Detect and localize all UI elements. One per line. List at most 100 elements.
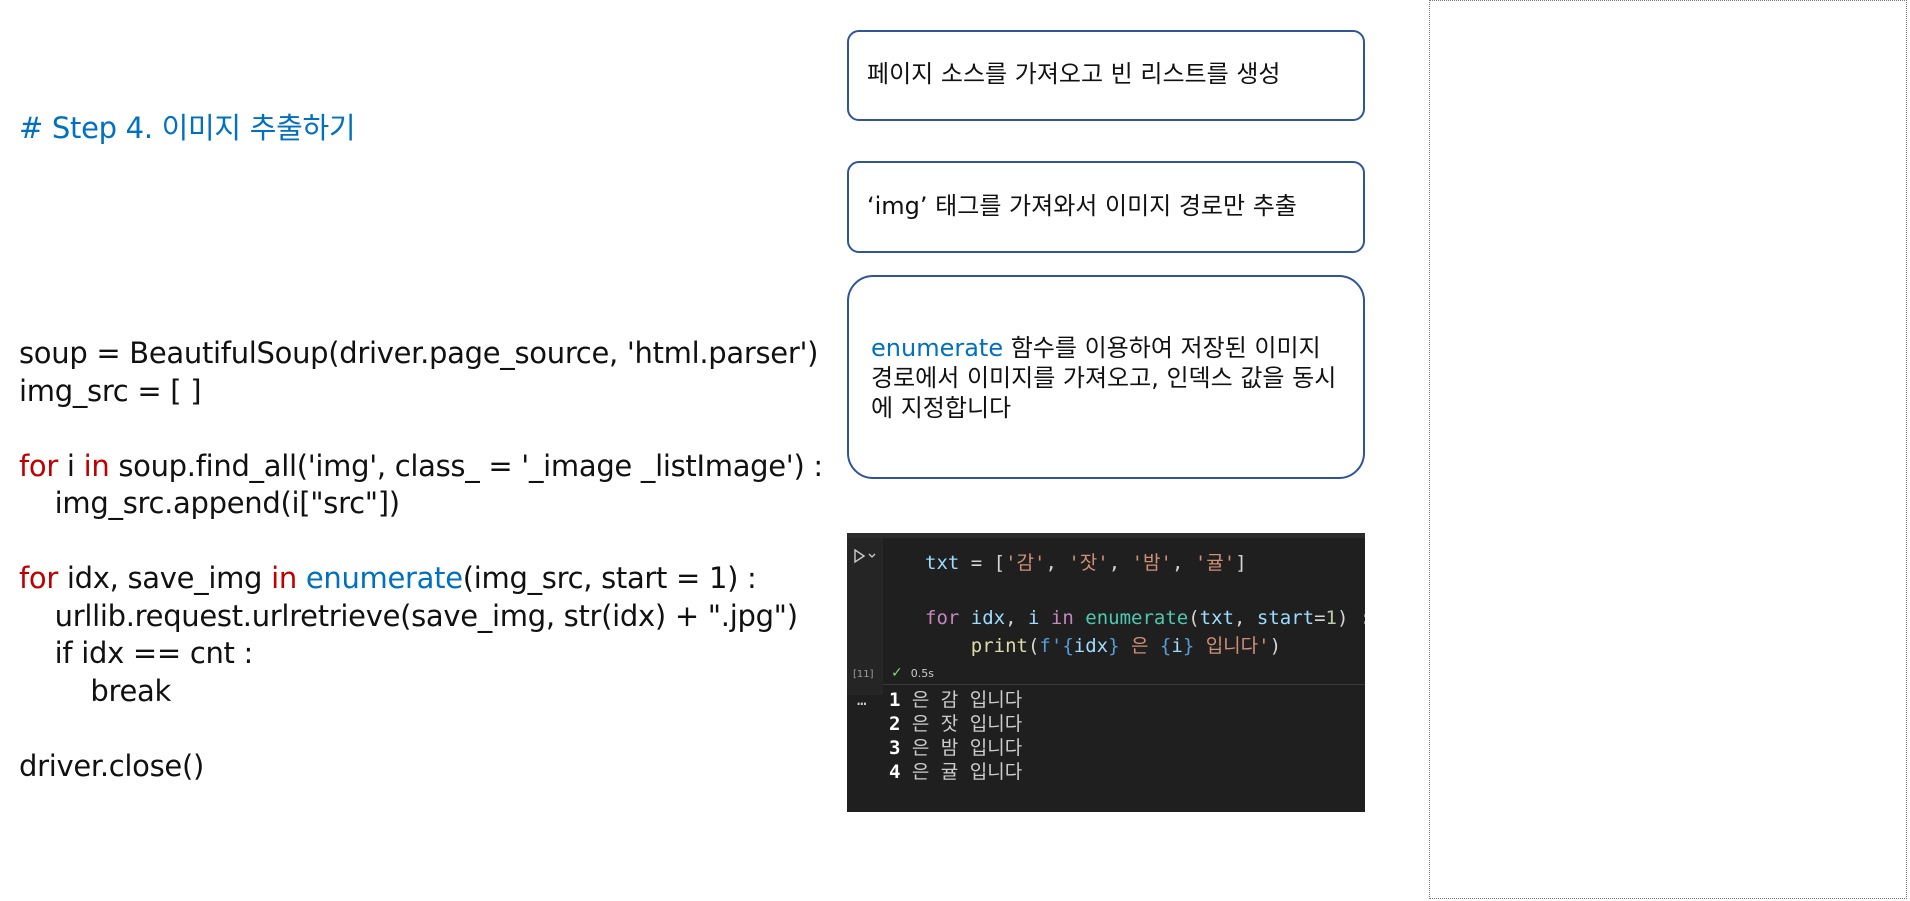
- cell-code-token: for: [925, 607, 960, 629]
- code-token: driver.close(): [19, 748, 204, 783]
- code-line: soup = BeautifulSoup(driver.page_source,…: [19, 335, 839, 373]
- execution-time: 0.5s: [910, 667, 934, 680]
- cell-code-token: (: [1188, 607, 1200, 629]
- code-token: soup = BeautifulSoup(driver.page_source,…: [19, 336, 819, 370]
- callout-enumerate: enumerate 함수를 이용하여 저장된 이미지 경로에서 이미지를 가져오…: [847, 275, 1365, 479]
- code-block: # Step 4. 이미지 추출하기 soup = BeautifulSoup(…: [19, 35, 839, 823]
- callout-text: ‘img’ 태그를 가져와서 이미지 경로만 추출: [867, 192, 1297, 220]
- cell-code-token: i: [1028, 607, 1040, 629]
- output-text: 은 감 입니다: [900, 689, 1023, 711]
- execution-count: [11]: [853, 669, 874, 680]
- output-line: 4 은 귤 입니다: [889, 760, 1022, 784]
- cell-code-token: 은: [1119, 634, 1160, 657]
- cell-toolbar: [847, 533, 1365, 538]
- cell-code-token: 입니다': [1194, 634, 1270, 657]
- code-line: img_src.append(i["src"]): [19, 485, 839, 523]
- cell-code-token: ,: [1005, 607, 1028, 629]
- cell-code-line: for idx, i in enumerate(txt, start=1) :: [925, 605, 1365, 633]
- cell-code-token: ): [1269, 634, 1282, 657]
- code-line: for idx, save_img in enumerate(img_src, …: [19, 560, 839, 598]
- cell-gutter: [11]: [847, 538, 883, 695]
- output-divider: [883, 684, 1365, 685]
- code-token: break: [19, 673, 171, 708]
- cell-code-token: ,: [1233, 607, 1257, 629]
- code-token: for: [19, 561, 58, 595]
- cell-code-token: ,: [1171, 552, 1195, 574]
- code-token: for: [19, 448, 58, 483]
- cell-code-token: [1074, 607, 1085, 629]
- cell-code-token: enumerate: [1085, 607, 1189, 629]
- code-heading: # Step 4. 이미지 추출하기: [19, 111, 356, 145]
- code-token: enumerate: [305, 561, 463, 595]
- callout-keyword: enumerate: [871, 334, 1004, 362]
- callout-text: 페이지 소스를 가져오고 빈 리스트를 생성: [867, 60, 1281, 88]
- code-line: for i in soup.find_all('img', class_ = '…: [19, 448, 839, 486]
- code-token: if idx == cnt :: [19, 636, 254, 670]
- cell-code-token: ,: [1108, 552, 1132, 574]
- cell-code-token: (: [1027, 634, 1040, 657]
- cell-code-token: f': [1039, 634, 1063, 657]
- callout-page-source: 페이지 소스를 가져오고 빈 리스트를 생성: [847, 30, 1365, 121]
- code-token: in: [271, 561, 297, 595]
- cell-code-token: '잣': [1068, 552, 1109, 574]
- cell-code-token: =: [1314, 607, 1326, 629]
- cell-code-line: txt = ['감', '잣', '밤', '귤']: [925, 550, 1365, 578]
- cell-code-token: [959, 607, 970, 629]
- code-line: img_src = [ ]: [19, 373, 839, 411]
- run-cell-icon[interactable]: [853, 548, 879, 564]
- code-lines: soup = BeautifulSoup(driver.page_source,…: [19, 335, 839, 785]
- cell-code-token: 1: [1325, 607, 1337, 629]
- check-icon: ✓: [891, 665, 903, 681]
- cell-output: 1 은 감 입니다 2 은 잣 입니다 3 은 밤 입니다 4 은 귤 입니다: [889, 688, 1022, 784]
- cell-code-line: [925, 578, 1365, 606]
- cell-code-token: {: [1159, 634, 1172, 657]
- cell-code-line: print(f'{idx} 은 {i} 입니다'): [925, 633, 1365, 661]
- cell-code-token: idx: [1073, 634, 1109, 657]
- execution-status: ✓ 0.5s: [891, 665, 934, 681]
- output-index: 2: [889, 713, 901, 735]
- code-line: driver.close(): [19, 748, 839, 786]
- cell-code-token: = [: [959, 552, 1006, 574]
- cell-code-token: }: [1108, 634, 1120, 657]
- code-token: img_src = [ ]: [19, 373, 202, 408]
- code-token: idx, save_img: [57, 561, 272, 595]
- code-token: i: [57, 448, 84, 483]
- code-line: urllib.request.urlretrieve(save_img, str…: [19, 598, 839, 636]
- cell-code-token: ,: [1045, 552, 1069, 574]
- cell-code-token: print: [970, 634, 1028, 657]
- cell-code-token: '밤': [1131, 552, 1172, 574]
- output-index: 4: [889, 761, 901, 783]
- output-line: 1 은 감 입니다: [889, 688, 1022, 712]
- code-token: img_src.append(i["src"]): [19, 486, 400, 520]
- cell-code[interactable]: txt = ['감', '잣', '밤', '귤'] for idx, i in …: [925, 550, 1365, 660]
- output-line: 3 은 밤 입니다: [889, 736, 1022, 760]
- output-line: 2 은 잣 입니다: [889, 712, 1022, 736]
- cell-code-token: txt: [1199, 607, 1234, 629]
- notes-panel: [1429, 0, 1907, 899]
- cell-code-token: [1039, 607, 1050, 629]
- cell-code-token: {: [1062, 634, 1074, 657]
- more-actions-icon[interactable]: …: [857, 690, 867, 709]
- cell-code-token: start: [1256, 607, 1315, 629]
- cell-code-token: '감': [1005, 552, 1046, 574]
- cell-code-token: '귤': [1194, 552, 1236, 574]
- code-token: in: [83, 448, 110, 483]
- output-index: 3: [889, 737, 901, 759]
- code-token: urllib.request.urlretrieve(save_img, str…: [19, 598, 798, 633]
- code-line: break: [19, 673, 839, 711]
- output-text: 은 잣 입니다: [900, 713, 1023, 735]
- notebook-cell: [11] txt = ['감', '잣', '밤', '귤'] for idx, …: [847, 533, 1365, 812]
- code-line: if idx == cnt :: [19, 635, 839, 673]
- cell-code-token: ]: [1235, 552, 1247, 574]
- cell-code-token: in: [1050, 607, 1074, 629]
- output-index: 1: [889, 689, 901, 711]
- cell-code-token: ) :: [1336, 607, 1365, 629]
- cell-code-token: idx: [970, 607, 1006, 629]
- code-token: soup.find_all('img', class_ = '_image _l…: [109, 448, 823, 483]
- cell-code-token: }: [1182, 634, 1195, 657]
- output-text: 은 밤 입니다: [900, 737, 1023, 759]
